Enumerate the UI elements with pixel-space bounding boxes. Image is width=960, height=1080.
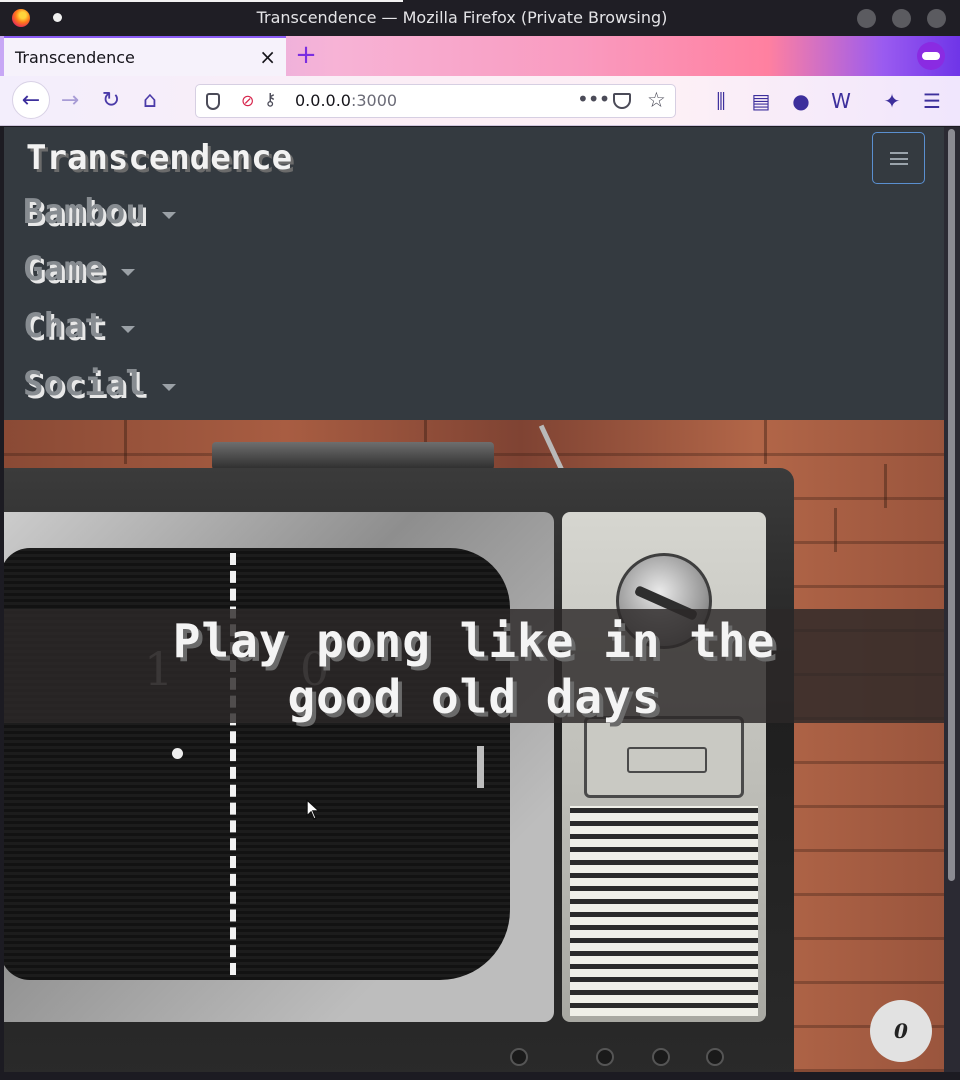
nav-dropdown-bambou[interactable]: Bambou — [23, 190, 176, 234]
tv-speaker-grille — [570, 806, 758, 1016]
caret-down-icon — [161, 383, 176, 391]
tab-transcendence[interactable]: Transcendence × — [4, 36, 286, 76]
tv-small-knob — [706, 1048, 724, 1066]
hero-headline-line2: good old days — [287, 670, 661, 724]
pong-paddle — [477, 746, 484, 788]
bookmark-star-icon[interactable]: ☆ — [647, 88, 666, 112]
window-titlebar: Transcendence — Mozilla Firefox (Private… — [0, 0, 960, 36]
loading-progress-line — [0, 0, 403, 2]
hero-headline: Play pong like in the good old days — [4, 613, 944, 725]
forward-button[interactable]: → — [54, 85, 86, 117]
nav-dropdown-chat[interactable]: Chat — [23, 304, 135, 348]
private-browsing-icon — [917, 42, 945, 70]
url-bar[interactable]: ⊘ ⚷ 0.0.0.0:3000 ••• ☆ — [195, 84, 676, 118]
tv-small-knob — [510, 1048, 528, 1066]
navigation-toolbar: ← → ↻ ⌂ ⊘ ⚷ 0.0.0.0:3000 ••• ☆ ⫼ ▤ ● W ✦… — [0, 76, 960, 126]
hero-headline-band: Play pong like in the good old days — [4, 609, 944, 725]
tab-label: Transcendence — [15, 48, 135, 67]
url-host: 0.0.0.0 — [295, 91, 351, 110]
reload-button[interactable]: ↻ — [95, 85, 127, 117]
tab-close-icon[interactable]: × — [259, 45, 276, 69]
nav-label: Bambou — [23, 192, 146, 232]
tv-small-knob — [652, 1048, 670, 1066]
nav-label: Chat — [23, 306, 105, 346]
scrollbar-thumb[interactable] — [948, 129, 955, 881]
library-icon[interactable]: ⫼ — [709, 89, 733, 113]
page-actions-more-icon[interactable]: ••• — [577, 87, 610, 111]
web-page: Transcendence Bambou Game Chat Social 1 … — [4, 127, 944, 1072]
home-button[interactable]: ⌂ — [134, 85, 166, 117]
gift-icon[interactable]: ✦ — [880, 89, 904, 113]
window-bottom-edge — [0, 1072, 960, 1080]
extension-icon[interactable]: W — [829, 89, 853, 113]
url-text[interactable]: 0.0.0.0:3000 — [295, 91, 397, 110]
nav-label: Game — [23, 249, 105, 289]
navbar-toggler-button[interactable] — [872, 132, 925, 184]
new-tab-button[interactable]: + — [292, 40, 320, 70]
nav-dropdown-social[interactable]: Social — [23, 362, 176, 406]
tv-small-knob — [596, 1048, 614, 1066]
caret-down-icon — [161, 211, 176, 219]
account-icon[interactable]: ● — [789, 89, 813, 113]
page-scrollbar[interactable] — [944, 127, 960, 1072]
hero-image: 1 0 Play pong like in the good old days — [4, 420, 944, 1072]
site-brand[interactable]: Transcendence — [26, 138, 292, 178]
close-window-button[interactable] — [927, 9, 946, 28]
tv-cassette-slot — [584, 716, 744, 798]
nav-label: Social — [23, 364, 146, 404]
hero-headline-line1: Play pong like in the — [172, 614, 776, 668]
hamburger-icon — [890, 152, 908, 165]
pocket-icon[interactable] — [613, 93, 631, 109]
window-title: Transcendence — Mozilla Firefox (Private… — [256, 8, 668, 27]
insecure-connection-icon[interactable]: ⊘ — [241, 91, 254, 110]
pong-ball — [172, 748, 183, 759]
caret-down-icon — [120, 325, 135, 333]
caret-down-icon — [120, 268, 135, 276]
app-menu-icon[interactable]: ☰ — [920, 89, 944, 113]
tv-handle — [212, 442, 494, 470]
sidebar-icon[interactable]: ▤ — [749, 89, 773, 113]
back-button[interactable]: ← — [12, 81, 50, 119]
maximize-button[interactable] — [892, 9, 911, 28]
floating-counter-button[interactable]: 0 — [870, 1000, 932, 1062]
nav-dropdown-game[interactable]: Game — [23, 247, 135, 291]
tab-strip: Transcendence × + — [0, 36, 960, 76]
url-port: :3000 — [350, 91, 398, 110]
minimize-button[interactable] — [857, 9, 876, 28]
key-icon[interactable]: ⚷ — [264, 90, 276, 110]
tracking-protection-shield-icon[interactable] — [206, 93, 220, 110]
